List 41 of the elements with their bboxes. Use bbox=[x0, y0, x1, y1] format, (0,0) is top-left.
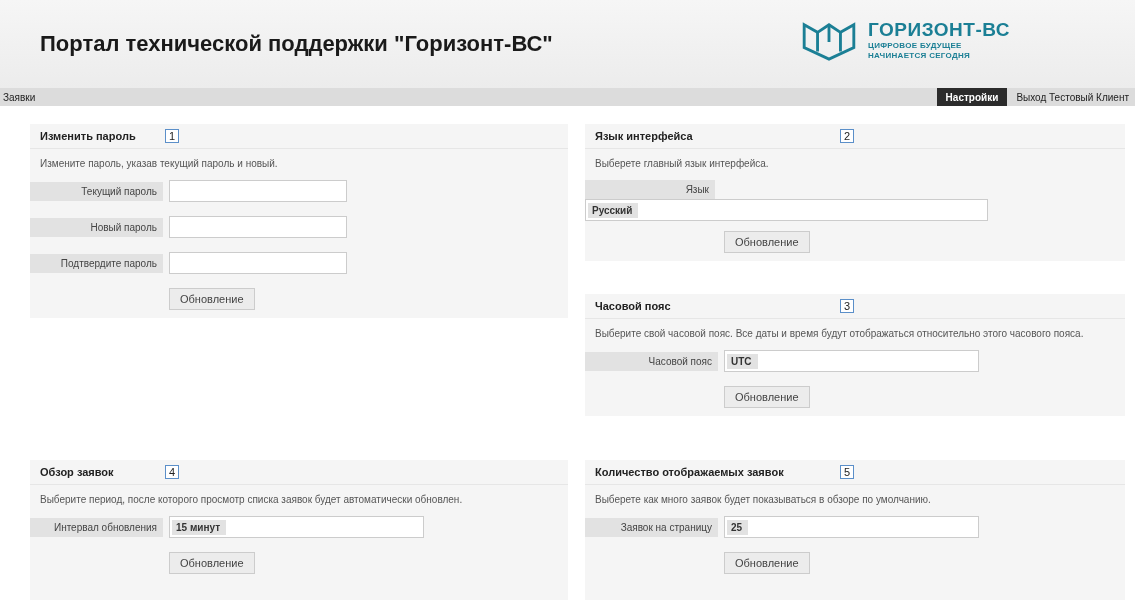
nav-link[interactable]: Выход Тестовый Клиент bbox=[1013, 88, 1135, 106]
number-marker: 4 bbox=[165, 465, 180, 479]
password-field[interactable] bbox=[169, 252, 347, 274]
panel-description: Измените пароль, указав текущий пароль и новый. bbox=[40, 157, 279, 170]
panel-description: Выберете главный язык интерфейса. bbox=[595, 157, 770, 170]
select-field[interactable]: UTC bbox=[724, 350, 979, 372]
password-field[interactable] bbox=[169, 216, 347, 238]
panel-title: Обзор заявок bbox=[40, 466, 115, 478]
number-marker: 2 bbox=[840, 129, 855, 143]
panel-title: Язык интерфейса bbox=[595, 130, 694, 142]
panel-title: Часовой пояс bbox=[595, 300, 672, 312]
nav-link[interactable]: Настройки bbox=[936, 88, 1008, 106]
panel-title: Изменить пароль bbox=[40, 130, 137, 142]
update-button[interactable]: Обновление bbox=[724, 231, 810, 253]
field-label: Часовой пояс bbox=[585, 351, 718, 371]
logo-name: ГОРИЗОНТ-ВС bbox=[868, 19, 1010, 41]
update-button[interactable]: Обновление bbox=[169, 552, 255, 574]
field-label: Новый пароль bbox=[30, 217, 163, 237]
update-button[interactable]: Обновление bbox=[169, 288, 255, 310]
number-marker: 5 bbox=[840, 465, 855, 479]
field-label: Заявок на страницу bbox=[585, 517, 718, 537]
panel-description: Выберите свой часовой пояс. Все даты и время будут отображаться относительно этого часового пояса. bbox=[595, 327, 1085, 340]
logo-tagline: НАЧИНАЕТСЯ СЕГОДНЯ bbox=[868, 51, 972, 61]
panel-description: Выберете как много заявок будет показываться в обзоре по умолчанию. bbox=[595, 493, 932, 506]
update-button[interactable]: Обновление bbox=[724, 552, 810, 574]
number-marker: 3 bbox=[840, 299, 855, 313]
page-title: Портал технической поддержки "Горизонт-ВС" bbox=[40, 31, 554, 57]
field-label: Текущий пароль bbox=[30, 181, 163, 201]
field-label: Интервал обновления bbox=[30, 517, 163, 537]
select-field[interactable]: 15 минут bbox=[169, 516, 424, 538]
nav-link[interactable]: Заявки bbox=[0, 88, 42, 106]
panel-title: Количество отображаемых заявок bbox=[595, 466, 785, 478]
panel-description: Выберите период, после которого просмотр списка заявок будет автоматически обновлен. bbox=[40, 493, 464, 506]
logo-tagline: ЦИФРОВОЕ БУДУЩЕЕ bbox=[868, 41, 963, 51]
field-label: Подтвердите пароль bbox=[30, 253, 163, 273]
number-marker: 1 bbox=[165, 129, 180, 143]
select-field[interactable]: 25 bbox=[724, 516, 979, 538]
password-field[interactable] bbox=[169, 180, 347, 202]
field-label: Язык bbox=[585, 180, 715, 199]
update-button[interactable]: Обновление bbox=[724, 386, 810, 408]
select-field[interactable]: Русский bbox=[585, 199, 988, 221]
